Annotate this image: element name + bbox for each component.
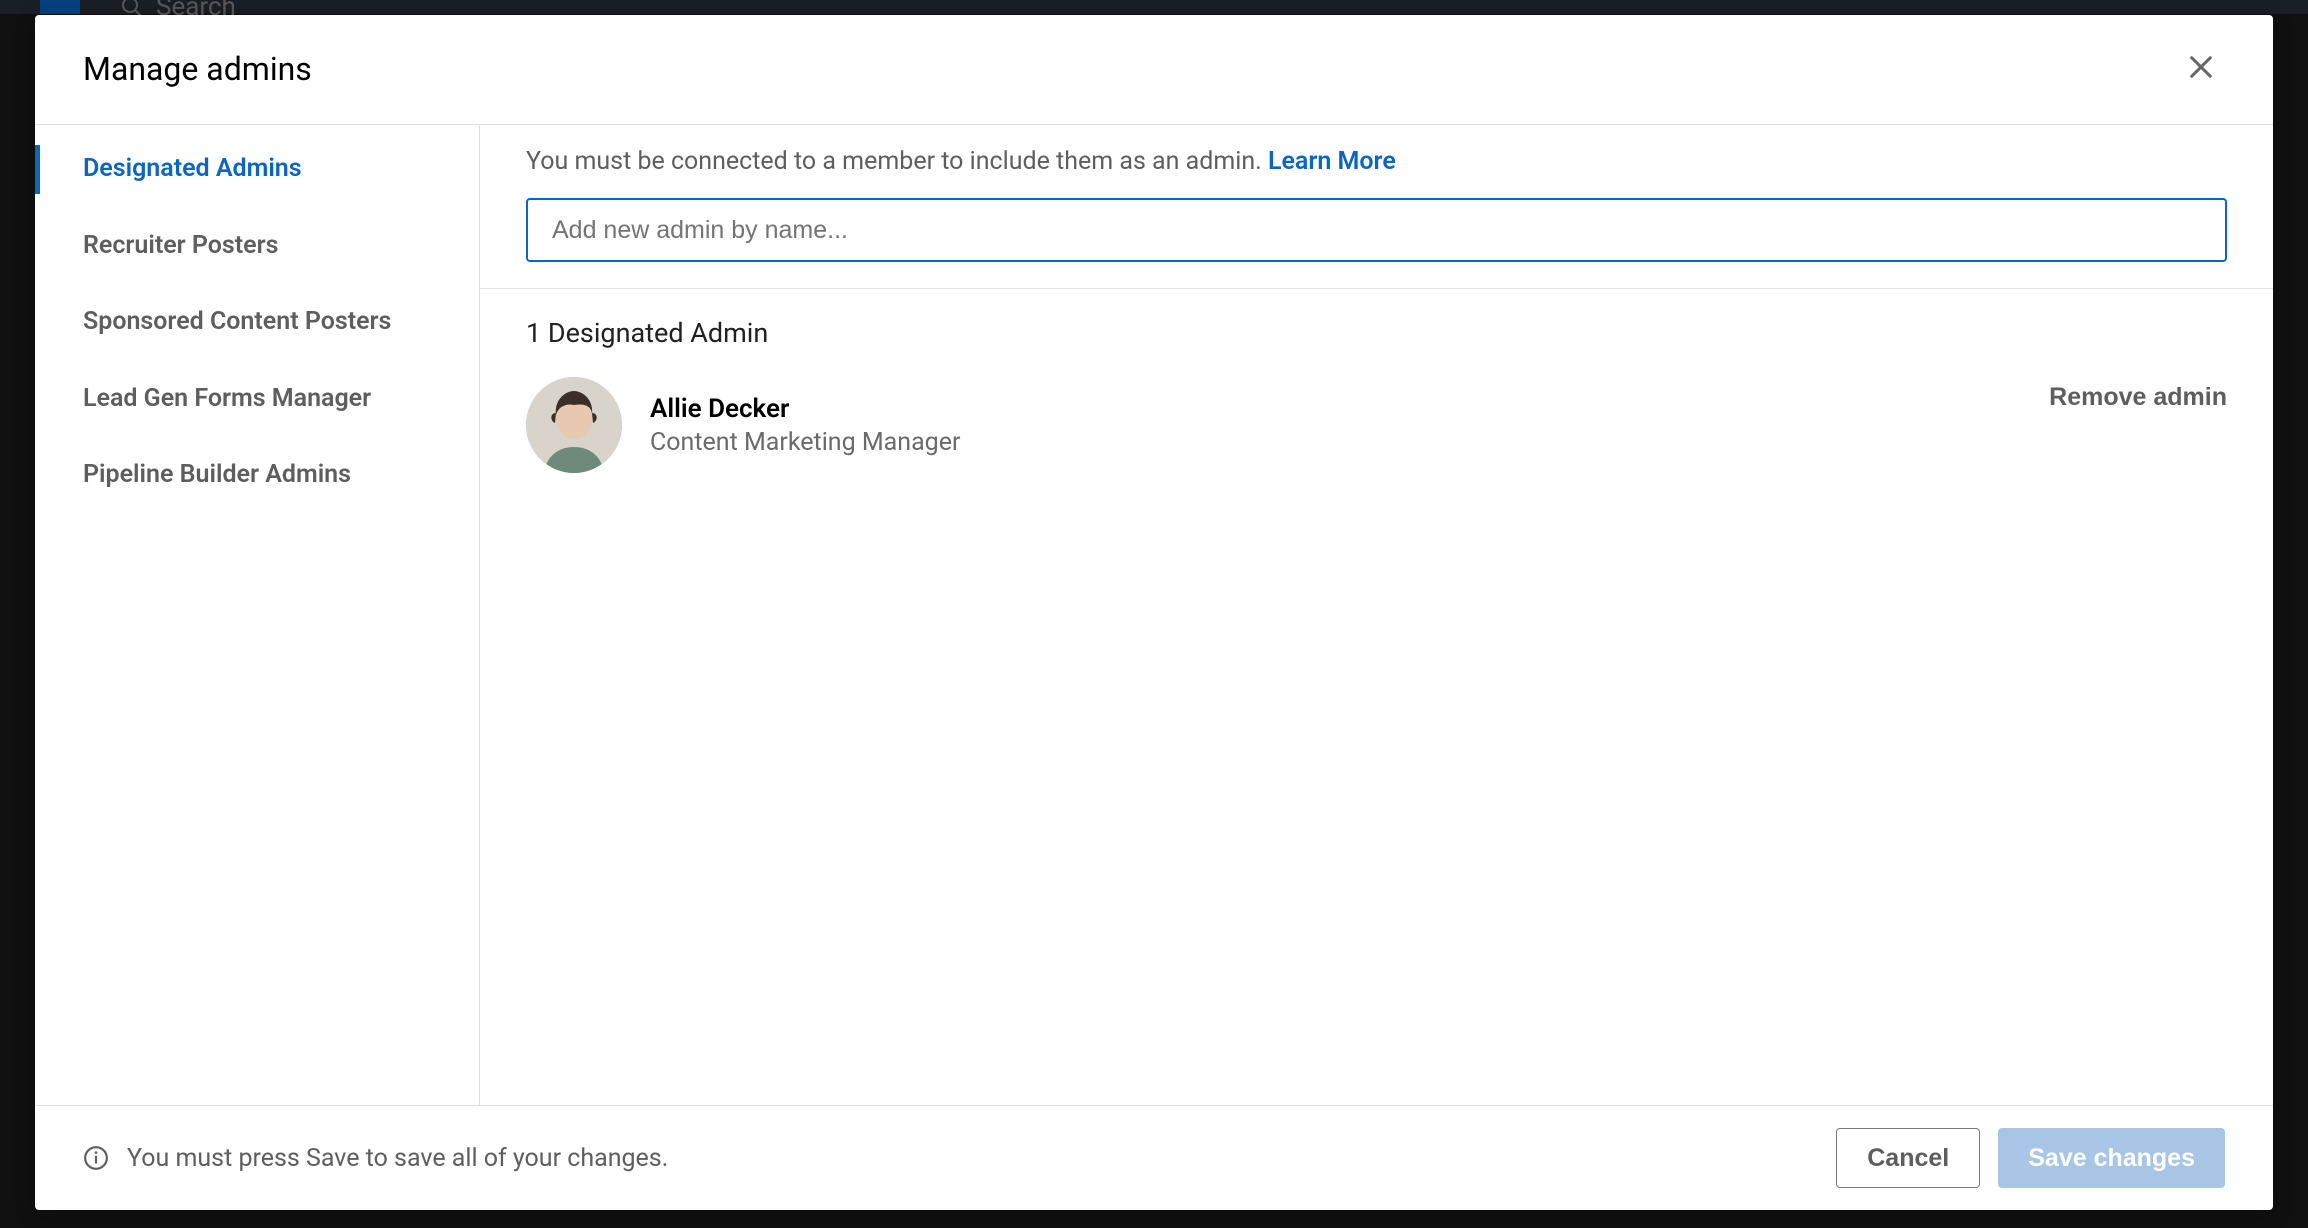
info-text-content: You must be connected to a member to inc… bbox=[526, 147, 1268, 176]
admin-list-section: 1 Designated Admin bbox=[480, 289, 2273, 1105]
add-admin-input[interactable] bbox=[526, 198, 2227, 262]
admin-title: Content Marketing Manager bbox=[650, 428, 960, 457]
sidebar-item-label: Pipeline Builder Admins bbox=[83, 460, 351, 489]
avatar bbox=[526, 377, 622, 473]
info-icon bbox=[83, 1145, 109, 1171]
sidebar-item-recruiter-posters[interactable]: Recruiter Posters bbox=[35, 208, 479, 285]
close-button[interactable] bbox=[2177, 43, 2225, 94]
admin-row-left: Allie Decker Content Marketing Manager bbox=[526, 377, 960, 473]
footer-note: You must press Save to save all of your … bbox=[127, 1144, 668, 1173]
manage-admins-modal: Manage admins Designated Admins Recruite… bbox=[35, 15, 2273, 1210]
footer-left: You must press Save to save all of your … bbox=[83, 1144, 668, 1173]
sidebar-item-pipeline-builder-admins[interactable]: Pipeline Builder Admins bbox=[35, 437, 479, 514]
sidebar-item-sponsored-content-posters[interactable]: Sponsored Content Posters bbox=[35, 284, 479, 361]
cancel-button[interactable]: Cancel bbox=[1836, 1128, 1980, 1188]
modal-footer: You must press Save to save all of your … bbox=[35, 1105, 2273, 1210]
modal-header: Manage admins bbox=[35, 15, 2273, 125]
modal-body: Designated Admins Recruiter Posters Spon… bbox=[35, 125, 2273, 1105]
sidebar-item-label: Recruiter Posters bbox=[83, 231, 278, 260]
admin-info: Allie Decker Content Marketing Manager bbox=[650, 394, 960, 457]
sidebar-item-designated-admins[interactable]: Designated Admins bbox=[35, 131, 479, 208]
info-section: You must be connected to a member to inc… bbox=[480, 125, 2273, 289]
close-icon bbox=[2185, 51, 2217, 83]
admin-count-label: 1 Designated Admin bbox=[526, 317, 2227, 349]
modal-title: Manage admins bbox=[83, 50, 312, 88]
admin-row: Allie Decker Content Marketing Manager R… bbox=[526, 377, 2227, 473]
sidebar-item-label: Lead Gen Forms Manager bbox=[83, 384, 371, 413]
save-changes-button[interactable]: Save changes bbox=[1998, 1128, 2225, 1188]
main-panel: You must be connected to a member to inc… bbox=[480, 125, 2273, 1105]
info-text: You must be connected to a member to inc… bbox=[526, 147, 2227, 176]
sidebar: Designated Admins Recruiter Posters Spon… bbox=[35, 125, 480, 1105]
remove-admin-button[interactable]: Remove admin bbox=[2049, 377, 2227, 412]
sidebar-item-lead-gen-forms-manager[interactable]: Lead Gen Forms Manager bbox=[35, 361, 479, 438]
sidebar-item-label: Designated Admins bbox=[83, 154, 302, 183]
learn-more-link[interactable]: Learn More bbox=[1268, 147, 1396, 176]
avatar-image bbox=[526, 377, 622, 473]
footer-buttons: Cancel Save changes bbox=[1836, 1128, 2225, 1188]
admin-name: Allie Decker bbox=[650, 394, 960, 424]
sidebar-item-label: Sponsored Content Posters bbox=[83, 307, 391, 336]
